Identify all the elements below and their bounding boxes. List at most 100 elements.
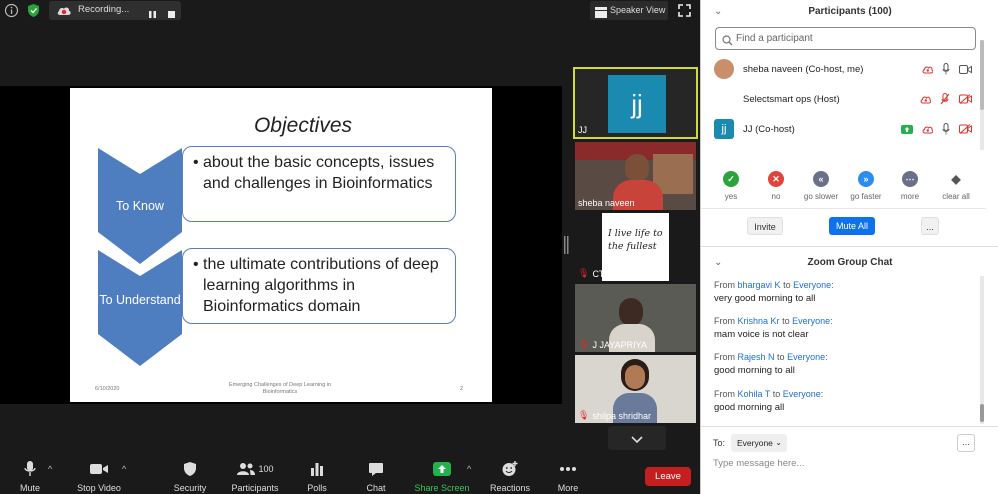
slide-chevron: To Understand	[98, 250, 182, 366]
chat-scrollbar[interactable]	[980, 276, 984, 424]
participant-row[interactable]: jj JJ (Co-host)	[701, 115, 986, 143]
shared-screen: Objectives To Know • about the basic con…	[0, 86, 562, 404]
tile-name: 🎙 J JAYAPRIYA	[578, 339, 647, 350]
reaction-label: go slower	[803, 192, 839, 201]
microphone-icon	[942, 63, 950, 75]
pause-recording-icon[interactable]	[148, 6, 157, 24]
recipient-value: Everyone	[737, 438, 773, 448]
chat-message: From Rajesh N to Everyone: good morning …	[714, 352, 984, 376]
message-text: very good morning to all	[714, 293, 816, 304]
more-dots-icon: ⋯	[902, 171, 918, 187]
muted-mic-icon	[940, 93, 950, 105]
reaction-go-faster-button[interactable]: » go faster	[841, 171, 891, 201]
audio-options-caret-icon[interactable]: ^	[48, 464, 52, 474]
polls-label: Polls	[307, 483, 327, 493]
muted-mic-icon: 🎙	[578, 410, 590, 420]
info-icon[interactable]	[4, 3, 19, 18]
sender-name[interactable]: Krishna Kr	[738, 316, 780, 326]
video-tile-sheba-naveen[interactable]: sheba naveen	[575, 142, 696, 210]
fullscreen-icon[interactable]	[677, 3, 692, 18]
security-button[interactable]: Security	[170, 456, 210, 494]
scrollbar-thumb[interactable]	[980, 404, 984, 422]
reaction-clear-all-button[interactable]: ◆ clear all	[931, 171, 981, 201]
chevron-label: To Know	[116, 199, 164, 213]
tile-name-text: JJ	[578, 125, 587, 135]
message-header: From Krishna Kr to Everyone:	[714, 316, 833, 326]
microphone-icon	[10, 459, 50, 479]
avatar-logo	[714, 89, 734, 109]
eraser-icon: ◆	[948, 171, 964, 187]
stop-video-button[interactable]: Stop Video	[74, 456, 124, 494]
chat-button[interactable]: Chat	[360, 456, 392, 494]
share-options-caret-icon[interactable]: ^	[467, 464, 471, 474]
video-tile-ctos[interactable]: I live life to the fullest 🎙 CTOS	[575, 213, 696, 281]
participant-status	[922, 63, 972, 75]
tile-name-text: J JAYAPRIYA	[592, 339, 647, 350]
chevron-down-icon: ⌄	[775, 438, 782, 447]
chat-more-button[interactable]: ...	[957, 434, 975, 452]
leave-button[interactable]: Leave	[645, 467, 691, 486]
mute-button[interactable]: Mute	[10, 456, 50, 494]
from-word: From	[714, 352, 735, 362]
reaction-no-button[interactable]: ✕ no	[751, 171, 801, 201]
chat-message: From Krishna Kr to Everyone: mam voice i…	[714, 316, 984, 340]
participant-row[interactable]: sheba naveen (Co-host, me)	[701, 55, 986, 83]
recipient-dropdown[interactable]: Everyone ⌄	[731, 434, 787, 452]
search-placeholder: Find a participant	[736, 33, 813, 44]
participants-button[interactable]: 100 Participants	[228, 456, 282, 494]
participants-more-button[interactable]: ...	[921, 217, 939, 235]
meeting-area: Recording... Speaker View Objectives To …	[0, 0, 700, 494]
sender-name[interactable]: bhargavi K	[738, 280, 781, 290]
sender-name[interactable]: Rajesh N	[738, 352, 775, 362]
side-panel: ⌄ Participants (100) Find a participant …	[700, 0, 998, 494]
chat-message: From bhargavi K to Everyone: very good m…	[714, 280, 984, 304]
recording-indicator: Recording...	[49, 1, 181, 20]
checkmark-icon: ✓	[723, 171, 739, 187]
participants-scrollbar[interactable]	[980, 40, 984, 150]
recipient-name: Everyone	[782, 389, 821, 399]
tile-name-text: sheba naveen	[578, 198, 635, 208]
video-tile-shilpa-shridhar[interactable]: 🎙 shilpa shridhar	[575, 355, 696, 423]
panel-divider	[701, 426, 998, 427]
avatar: jj	[714, 119, 734, 139]
video-options-caret-icon[interactable]: ^	[122, 464, 126, 474]
reactions-button[interactable]: Reactions	[488, 456, 532, 494]
video-off-icon	[959, 124, 972, 134]
speaker-view-button[interactable]: Speaker View	[590, 1, 668, 20]
message-text: good morning to all	[714, 365, 795, 376]
slide-chevron: To Know	[98, 148, 182, 264]
message-header: From Rajesh N to Everyone:	[714, 352, 828, 362]
polls-button[interactable]: Polls	[302, 456, 332, 494]
rewind-icon: «	[813, 171, 829, 187]
scrollbar-thumb[interactable]	[980, 40, 984, 110]
chat-message: From Kohila T to Everyone: good morning …	[714, 389, 984, 413]
stop-recording-icon[interactable]	[167, 6, 176, 24]
encryption-shield-icon[interactable]	[26, 3, 41, 18]
sender-name[interactable]: Kohila T	[738, 389, 771, 399]
chat-message-input[interactable]: Type message here...	[713, 458, 983, 472]
recording-status-icon	[922, 126, 933, 133]
reaction-label: go faster	[850, 192, 882, 201]
participant-row[interactable]: Selectsmart ops (Host)	[701, 85, 986, 113]
more-label: More	[557, 483, 579, 493]
participant-search-input[interactable]: Find a participant	[715, 27, 976, 50]
reaction-yes-button[interactable]: ✓ yes	[706, 171, 756, 201]
to-word: to	[782, 316, 790, 326]
fast-forward-icon: »	[858, 171, 874, 187]
video-tile-j-jayapriya[interactable]: 🎙 J JAYAPRIYA	[575, 284, 696, 352]
participant-name: Selectsmart ops (Host)	[743, 94, 840, 105]
mute-all-button[interactable]: Mute All	[829, 217, 875, 235]
invite-button[interactable]: Invite	[747, 217, 783, 235]
recording-cloud-icon	[56, 4, 72, 22]
participants-icon: 100	[228, 459, 282, 479]
splitter-handle[interactable]	[564, 236, 569, 259]
gallery-scroll-down-button[interactable]	[608, 426, 666, 450]
video-tile-jj[interactable]: jj JJ	[573, 67, 698, 139]
reaction-more-button[interactable]: ⋯ more	[885, 171, 935, 201]
polls-chart-icon	[302, 459, 332, 479]
share-screen-button[interactable]: Share Screen	[414, 456, 470, 494]
reaction-go-slower-button[interactable]: « go slower	[796, 171, 846, 201]
participant-status	[920, 93, 972, 105]
divider	[701, 208, 986, 209]
more-button[interactable]: More	[553, 456, 583, 494]
